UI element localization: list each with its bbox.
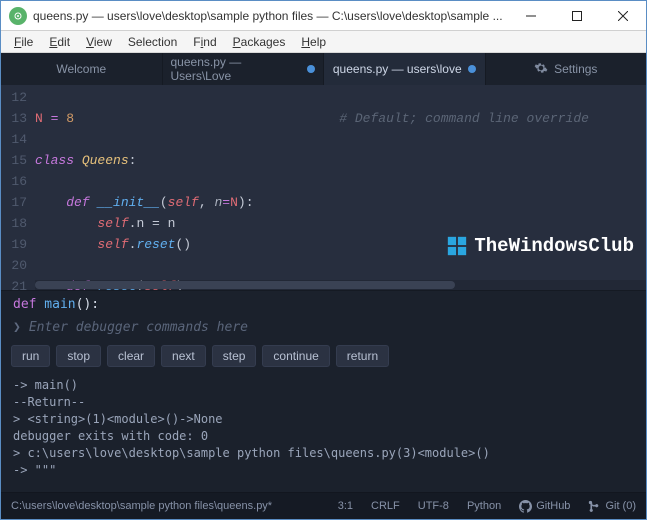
minimize-button[interactable] [508,1,554,30]
window-titlebar: queens.py — users\love\desktop\sample py… [1,1,646,31]
modified-dot-icon [307,65,315,73]
debug-continue-button[interactable]: continue [262,345,329,367]
debug-step-button[interactable]: step [212,345,257,367]
tab-settings[interactable]: Settings [486,53,647,85]
git-branch-icon [588,500,601,513]
tab-queens-users-love-1[interactable]: queens.py — Users\Love [163,53,325,85]
menubar: File Edit View Selection Find Packages H… [1,31,646,53]
tab-label: Settings [554,62,597,76]
close-button[interactable] [600,1,646,30]
code-area[interactable]: N = 8 # Default; command line override c… [35,85,646,290]
menu-packages[interactable]: Packages [226,33,293,51]
menu-edit[interactable]: Edit [42,33,77,51]
debug-output-line: debugger exits with code: 0 [13,428,634,445]
tab-label: Welcome [56,62,106,76]
debug-output-line: -> """ [13,462,634,479]
tab-welcome[interactable]: Welcome [1,53,163,85]
gear-icon [534,61,548,78]
editor-pane[interactable]: 12 13 14 15 16 17 18 19 20 21 N = 8 # De… [1,85,646,290]
debug-output-line: -> main() [13,377,634,394]
maximize-button[interactable] [554,1,600,30]
menu-file[interactable]: File [7,33,40,51]
debug-return-button[interactable]: return [336,345,389,367]
menu-help[interactable]: Help [294,33,333,51]
status-encoding[interactable]: UTF-8 [418,500,449,512]
tab-queens-users-love-2[interactable]: queens.py — users\love [324,53,486,85]
debug-next-button[interactable]: next [161,345,206,367]
debug-toolbar: run stop clear next step continue return [1,341,646,375]
tabbar: Welcome queens.py — Users\Love queens.py… [1,53,646,85]
line-gutter: 12 13 14 15 16 17 18 19 20 21 [1,85,35,290]
debug-output: -> main() --Return-- > <string>(1)<modul… [1,375,646,493]
debug-clear-button[interactable]: clear [107,345,155,367]
debug-context-line: def main(): [1,290,646,314]
debug-output-line: > c:\users\love\desktop\sample python fi… [13,445,634,462]
menu-find[interactable]: Find [186,33,223,51]
debug-output-line: --Return-- [13,394,634,411]
menu-selection[interactable]: Selection [121,33,184,51]
status-line-ending[interactable]: CRLF [371,500,400,512]
debug-command-input[interactable] [29,320,634,335]
window-title: queens.py — users\love\desktop\sample py… [33,9,508,23]
status-language[interactable]: Python [467,500,501,512]
debug-stop-button[interactable]: stop [56,345,101,367]
debug-run-button[interactable]: run [11,345,50,367]
prompt-chevron-icon: ❯ [13,320,21,335]
debug-prompt-row: ❯ [1,314,646,341]
status-github[interactable]: GitHub [519,500,570,513]
debug-output-line: > <string>(1)<module>()->None [13,411,634,428]
scrollbar-thumb[interactable] [35,281,455,289]
tab-label: queens.py — users\love [333,62,462,76]
tab-label: queens.py — Users\Love [171,55,302,83]
status-git[interactable]: Git (0) [588,500,636,513]
app-icon [9,7,27,25]
menu-view[interactable]: View [79,33,119,51]
github-icon [519,500,532,513]
status-bar: C:\users\love\desktop\sample python file… [1,493,646,519]
modified-dot-icon [468,65,476,73]
status-cursor-position[interactable]: 3:1 [338,500,353,512]
horizontal-scrollbar[interactable] [35,280,646,290]
status-filepath[interactable]: C:\users\love\desktop\sample python file… [11,500,272,512]
